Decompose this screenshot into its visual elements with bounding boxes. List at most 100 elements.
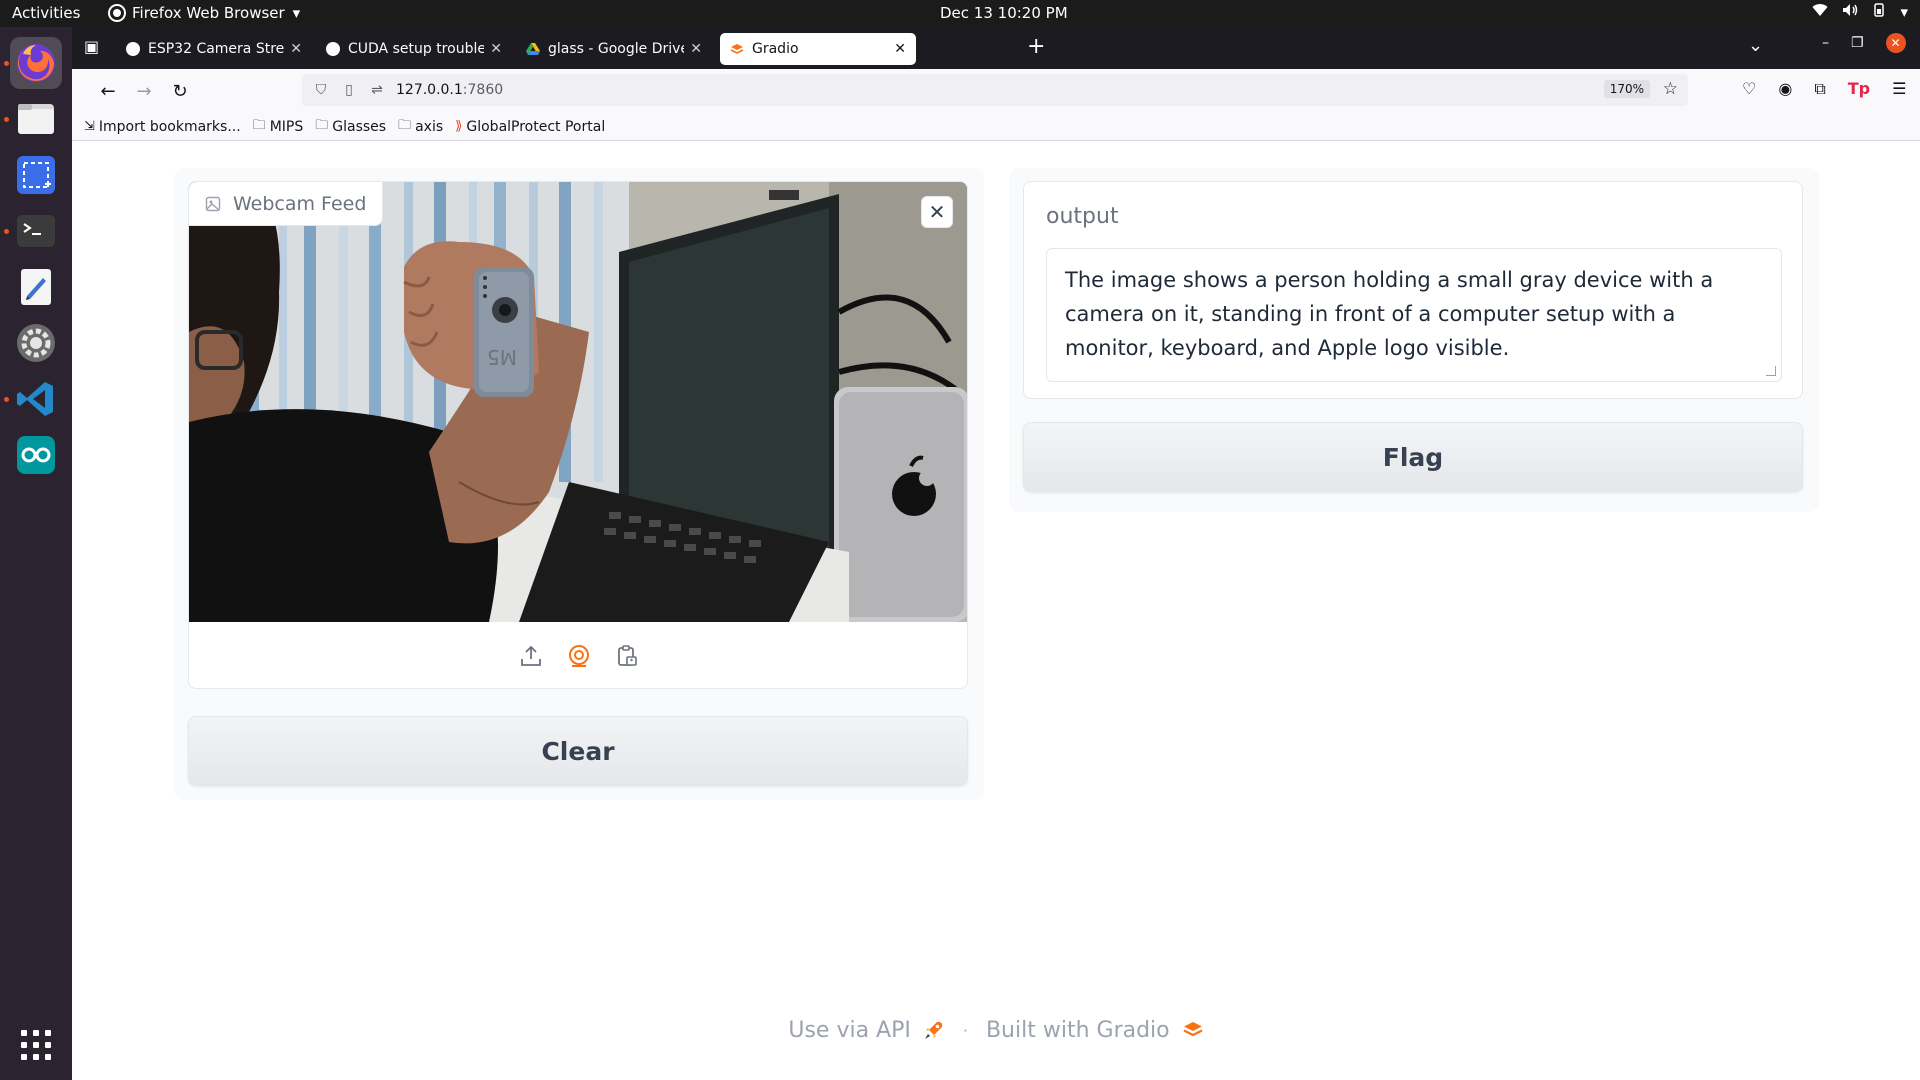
folder-icon: 🗀 — [398, 117, 412, 133]
shield-icon[interactable]: ⛉ — [312, 82, 330, 98]
clipboard-source-button[interactable] — [614, 643, 640, 669]
bookmark-folder-axis[interactable]: 🗀 axis — [398, 116, 443, 138]
vscode-icon — [17, 382, 53, 416]
tab-overview-icon[interactable]: ▣ — [84, 37, 99, 56]
minimize-button[interactable]: – — [1822, 35, 1829, 51]
tab-esp32[interactable]: ESP32 Camera Stream S ✕ — [116, 33, 312, 65]
openai-icon — [126, 42, 140, 56]
dock-vscode[interactable] — [10, 373, 62, 425]
clipboard-icon — [618, 645, 637, 666]
clear-button[interactable]: Clear — [188, 716, 968, 786]
close-tab-icon[interactable]: ✕ — [690, 41, 702, 57]
system-tray[interactable]: ▾ — [1812, 3, 1908, 21]
close-tab-icon[interactable]: ✕ — [490, 41, 502, 57]
close-window-button[interactable]: ✕ — [1885, 33, 1906, 53]
use-via-api-link[interactable]: Use via API — [788, 1018, 911, 1043]
permissions-icon[interactable]: ⇌ — [368, 82, 386, 98]
rocket-icon — [924, 1021, 943, 1039]
running-indicator — [4, 229, 9, 234]
caret-down-icon: ▾ — [292, 4, 301, 22]
show-apps-icon[interactable] — [21, 1030, 51, 1060]
bookmark-star-icon[interactable]: ☆ — [1663, 79, 1678, 99]
image-block-label: Webcam Feed — [189, 182, 384, 226]
settings-icon — [17, 324, 55, 362]
url-port: :7860 — [462, 82, 504, 98]
folder-icon: 🗀 — [315, 117, 329, 133]
bookmark-import[interactable]: ⇲ Import bookmarks... — [84, 119, 241, 135]
dock-text-editor[interactable] — [10, 261, 62, 313]
webcam-icon — [569, 645, 589, 667]
tab-gradio[interactable]: Gradio ✕ — [720, 33, 916, 65]
tab-google-drive[interactable]: glass - Google Drive ✕ — [516, 33, 712, 65]
clear-image-button[interactable]: ✕ — [921, 196, 953, 228]
flag-button[interactable]: Flag — [1023, 422, 1803, 492]
gradio-footer: Use via API · Built with Gradio — [72, 1012, 1920, 1048]
globalprotect-icon: ⟫ — [455, 119, 463, 134]
restore-button[interactable]: ❐ — [1851, 35, 1864, 51]
window-controls: – ❐ ✕ — [1822, 33, 1906, 53]
volume-icon — [1842, 3, 1858, 21]
url-bar[interactable]: ⛉ ▯ ⇌ 127.0.0.1:7860 170% ☆ — [302, 74, 1688, 106]
new-tab-button[interactable]: + — [1027, 36, 1045, 58]
image-icon — [205, 196, 221, 211]
webcam-image-component: Webcam Feed ✕ M5 — [188, 181, 968, 689]
gradio-icon — [730, 43, 744, 54]
dock — [0, 27, 72, 1080]
activities-button[interactable]: Activities — [12, 4, 80, 22]
list-all-tabs-button[interactable]: ⌄ — [1748, 35, 1763, 56]
google-drive-icon — [526, 42, 540, 55]
built-with-gradio-link[interactable]: Built with Gradio — [986, 1018, 1170, 1043]
gradio-app: Webcam Feed ✕ M5 Clear output The image … — [72, 142, 1920, 1080]
wifi-icon — [1812, 3, 1828, 21]
page-icon: ▯ — [345, 82, 353, 98]
caret-down-icon: ▾ — [1900, 3, 1908, 21]
pocket-icon[interactable]: ♡ — [1742, 79, 1756, 99]
arduino-icon — [17, 436, 55, 474]
input-column: Webcam Feed ✕ M5 Clear — [174, 168, 984, 800]
bookmark-globalprotect[interactable]: ⟫ GlobalProtect Portal — [455, 119, 605, 135]
forward-button[interactable]: → — [132, 79, 156, 103]
import-icon: ⇲ — [84, 119, 95, 134]
account-icon[interactable]: ◉ — [1778, 79, 1792, 99]
system-top-bar: Activities Firefox Web Browser ▾ Dec 13 … — [0, 0, 1920, 27]
navigation-toolbar: ← → ↻ ⛉ ▯ ⇌ 127.0.0.1:7860 170% ☆ ♡ ◉ ⧉ … — [72, 69, 1920, 113]
text-editor-icon — [21, 269, 51, 305]
svg-text:M5: M5 — [487, 345, 517, 369]
running-indicator — [4, 397, 9, 402]
extensions-icon[interactable]: ⧉ — [1814, 79, 1825, 99]
close-icon: ✕ — [928, 200, 946, 224]
bookmark-folder-glasses[interactable]: 🗀 Glasses — [315, 116, 386, 138]
reload-button[interactable]: ↻ — [168, 79, 192, 103]
webcam-source-button[interactable] — [566, 643, 592, 669]
battery-icon — [1872, 3, 1886, 21]
dock-firefox[interactable] — [10, 37, 62, 89]
dock-arduino[interactable] — [10, 429, 62, 481]
menu-icon[interactable]: ☰ — [1892, 79, 1906, 99]
url-host: 127.0.0.1 — [396, 82, 463, 98]
dock-files[interactable] — [10, 93, 62, 145]
openai-icon — [326, 42, 340, 56]
tab-strip: ▣ ESP32 Camera Stream S ✕ CUDA setup tro… — [72, 27, 1920, 69]
webcam-photo: M5 — [189, 182, 967, 622]
image-label-text: Webcam Feed — [233, 192, 367, 215]
close-tab-icon[interactable]: ✕ — [290, 41, 302, 57]
dock-settings[interactable] — [10, 317, 62, 369]
dock-screenshot[interactable] — [10, 149, 62, 201]
files-icon — [18, 104, 54, 134]
output-textbox[interactable]: The image shows a person holding a small… — [1046, 248, 1782, 382]
extension-tp-icon[interactable]: Tp — [1848, 79, 1870, 99]
bookmark-folder-mips[interactable]: 🗀 MIPS — [253, 116, 304, 138]
zoom-indicator[interactable]: 170% — [1603, 80, 1650, 98]
resize-handle-icon[interactable] — [1766, 366, 1776, 376]
gradio-logo-icon — [1183, 1022, 1203, 1037]
back-button[interactable]: ← — [96, 79, 120, 103]
app-menu[interactable]: Firefox Web Browser ▾ — [110, 4, 300, 22]
upload-source-button[interactable] — [518, 643, 544, 669]
bookmarks-toolbar: ⇲ Import bookmarks... 🗀 MIPS 🗀 Glasses 🗀… — [72, 113, 1920, 141]
dock-terminal[interactable] — [10, 205, 62, 257]
tab-cuda[interactable]: CUDA setup troublesho ✕ — [316, 33, 512, 65]
clock[interactable]: Dec 13 10:20 PM — [940, 4, 1068, 22]
terminal-icon — [17, 215, 55, 247]
image-source-selector — [189, 622, 967, 688]
close-tab-icon[interactable]: ✕ — [894, 41, 906, 57]
